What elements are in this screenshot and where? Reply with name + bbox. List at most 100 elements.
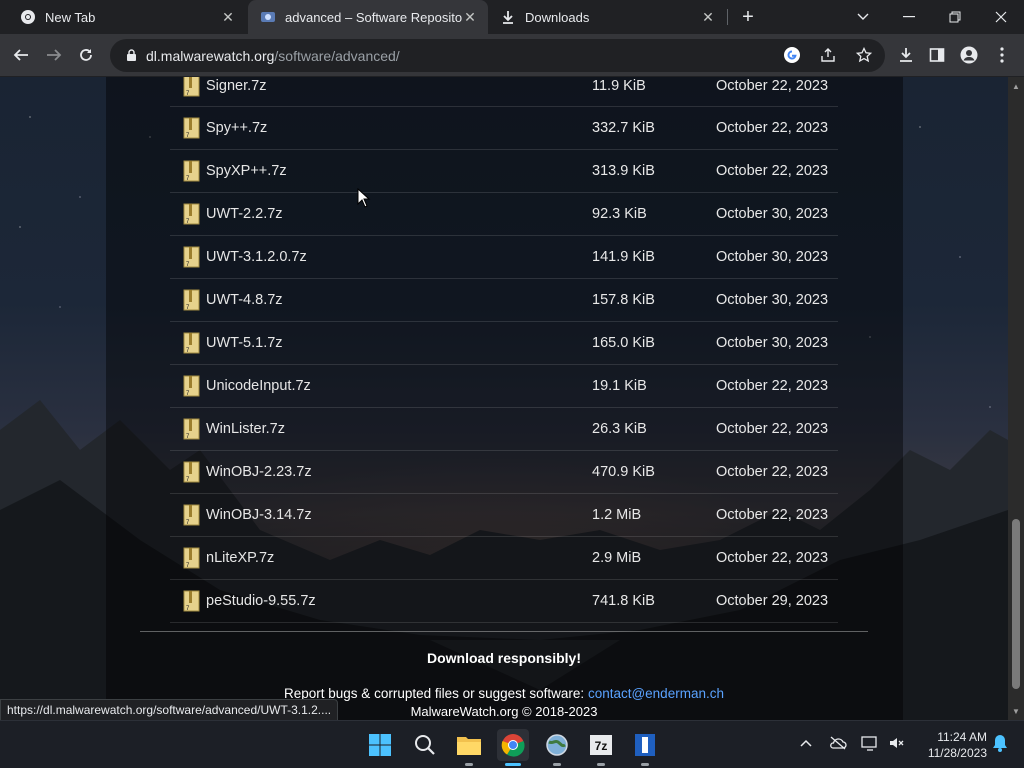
close-icon[interactable]: ✕ (462, 9, 478, 25)
file-date: October 22, 2023 (716, 378, 829, 394)
chevron-up-icon (800, 739, 812, 747)
file-name-link[interactable]: nLiteXP.7z (206, 550, 274, 566)
file-name-link[interactable]: WinOBJ-2.23.7z (206, 464, 312, 480)
file-size: 92.3 KiB (592, 206, 647, 222)
file-row[interactable]: 7 WinOBJ-3.14.7z 1.2 MiB October 22, 2023 (170, 494, 838, 537)
file-name-link[interactable]: UWT-2.2.7z (206, 206, 283, 222)
file-name-link[interactable]: SpyXP++.7z (206, 163, 287, 179)
file-name-link[interactable]: Spy++.7z (206, 120, 267, 136)
notifications-button[interactable] (988, 731, 1012, 755)
downloads-button[interactable] (892, 41, 920, 69)
download-icon (900, 48, 912, 62)
archive-file-icon: 7 (183, 332, 200, 354)
more-vert-icon (1000, 47, 1004, 63)
file-row[interactable]: 7 WinOBJ-2.23.7z 470.9 KiB October 22, 2023 (170, 451, 838, 494)
file-name-link[interactable]: UnicodeInput.7z (206, 378, 311, 394)
tray-sound-muted[interactable] (884, 731, 908, 755)
archive-file-icon: 7 (183, 590, 200, 612)
file-name-link[interactable]: Signer.7z (206, 78, 266, 94)
system-clock[interactable]: 11:24 AM 11/28/2023 (917, 729, 987, 761)
file-size: 313.9 KiB (592, 163, 655, 179)
menu-button[interactable] (988, 41, 1016, 69)
restore-button[interactable] (932, 0, 978, 34)
running-indicator (505, 763, 521, 766)
file-date: October 30, 2023 (716, 292, 829, 308)
file-date: October 30, 2023 (716, 335, 829, 351)
file-name-link[interactable]: UWT-3.1.2.0.7z (206, 249, 307, 265)
profile-button[interactable] (955, 41, 983, 69)
file-name-link[interactable]: WinOBJ-3.14.7z (206, 507, 312, 523)
close-icon[interactable]: ✕ (700, 9, 716, 25)
arrow-left-icon (13, 49, 28, 61)
back-button[interactable] (7, 41, 35, 69)
file-row[interactable]: 7 Signer.7z 11.9 KiB October 22, 2023 (170, 77, 838, 107)
file-row[interactable]: 7 Spy++.7z 332.7 KiB October 22, 2023 (170, 107, 838, 150)
file-date: October 30, 2023 (716, 249, 829, 265)
reload-button[interactable] (72, 41, 100, 69)
taskbar-search-button[interactable] (409, 729, 441, 761)
bookmark-star-icon[interactable] (853, 44, 875, 66)
file-row[interactable]: 7 UnicodeInput.7z 19.1 KiB October 22, 2023 (170, 365, 838, 408)
tray-network-off[interactable] (826, 731, 850, 755)
taskbar-globe-app[interactable] (541, 729, 573, 766)
file-name-link[interactable]: UWT-4.8.7z (206, 292, 283, 308)
tab-search-button[interactable] (840, 0, 886, 34)
file-row[interactable]: 7 UWT-3.1.2.0.7z 141.9 KiB October 30, 2023 (170, 236, 838, 279)
tray-monitor[interactable] (858, 731, 882, 755)
url-path: /software/advanced/ (274, 47, 400, 64)
file-row[interactable]: 7 UWT-5.1.7z 165.0 KiB October 30, 2023 (170, 322, 838, 365)
scrollbar-thumb[interactable] (1012, 519, 1020, 689)
7zip-icon: 7z (590, 735, 612, 755)
file-row[interactable]: 7 SpyXP++.7z 313.9 KiB October 22, 2023 (170, 150, 838, 193)
file-size: 741.8 KiB (592, 593, 655, 609)
tab-strip: New Tab ✕ advanced – Software Repository… (0, 0, 1024, 34)
file-row[interactable]: 7 WinLister.7z 26.3 KiB October 22, 2023 (170, 408, 838, 451)
share-icon[interactable] (817, 44, 839, 66)
close-icon[interactable]: ✕ (220, 9, 236, 25)
file-explorer-icon (457, 737, 481, 755)
taskbar-app[interactable] (629, 729, 661, 766)
taskbar-file-explorer[interactable] (453, 729, 485, 766)
file-row[interactable]: 7 UWT-4.8.7z 157.8 KiB October 30, 2023 (170, 279, 838, 322)
page-scrollbar[interactable]: ▲ ▼ (1008, 77, 1024, 720)
scroll-down-icon[interactable]: ▼ (1008, 704, 1024, 718)
speaker-muted-icon (890, 738, 904, 748)
file-name-link[interactable]: WinLister.7z (206, 421, 285, 437)
file-row[interactable]: 7 UWT-2.2.7z 92.3 KiB October 30, 2023 (170, 193, 838, 236)
tab-title: advanced – Software Repository (285, 9, 462, 25)
new-tab-button[interactable]: + (736, 5, 760, 29)
file-date: October 29, 2023 (716, 593, 829, 609)
file-date: October 22, 2023 (716, 421, 829, 437)
file-name-link[interactable]: peStudio-9.55.7z (206, 593, 316, 609)
file-date: October 22, 2023 (716, 78, 829, 94)
tray-overflow-button[interactable] (794, 731, 818, 755)
start-icon (369, 734, 391, 756)
cloud-off-icon (830, 736, 847, 750)
side-panel-button[interactable] (923, 41, 951, 69)
taskbar-chrome[interactable] (497, 729, 529, 766)
file-name-link[interactable]: UWT-5.1.7z (206, 335, 283, 351)
mouse-cursor-icon (357, 188, 371, 208)
contact-email-link[interactable]: contact@enderman.ch (588, 686, 724, 701)
google-lens-icon[interactable] (781, 44, 803, 66)
chrome-icon (501, 734, 525, 757)
page-viewport: 7 Signer.7z 11.9 KiB October 22, 2023 7 Spy++… (0, 77, 1008, 720)
close-window-button[interactable] (978, 0, 1024, 34)
taskbar-7zip[interactable]: 7z (585, 729, 617, 766)
minimize-button[interactable] (886, 0, 932, 34)
archive-file-icon: 7 (183, 117, 200, 139)
file-size: 2.9 MiB (592, 550, 642, 566)
scroll-up-icon[interactable]: ▲ (1008, 79, 1024, 93)
tab-new-tab[interactable]: New Tab ✕ (8, 0, 246, 34)
tab-downloads[interactable]: Downloads ✕ (488, 0, 726, 34)
file-row[interactable]: 7 peStudio-9.55.7z 741.8 KiB October 29, 20… (170, 580, 838, 623)
archive-file-icon: 7 (183, 77, 200, 97)
tab-advanced[interactable]: advanced – Software Repository ✕ (248, 0, 488, 34)
lock-icon[interactable] (124, 49, 138, 63)
file-row[interactable]: 7 nLiteXP.7z 2.9 MiB October 22, 2023 (170, 537, 838, 580)
start-button[interactable] (364, 729, 396, 761)
minimize-icon (903, 16, 915, 18)
forward-button[interactable] (40, 41, 68, 69)
address-bar[interactable]: dl.malwarewatch.org/software/advanced/ (110, 39, 885, 72)
running-indicator (641, 763, 649, 766)
